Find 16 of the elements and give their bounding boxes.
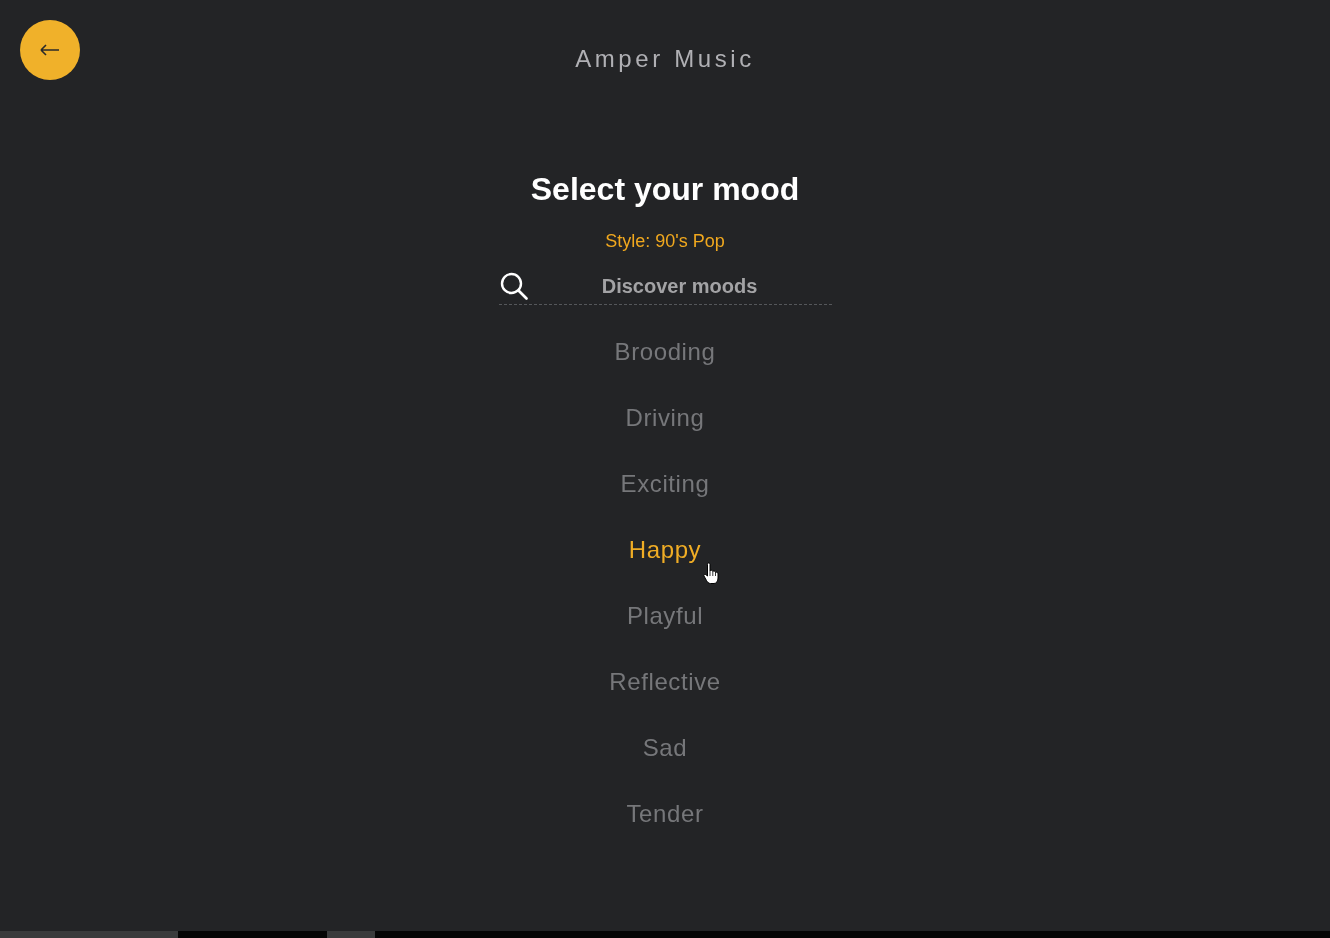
search-icon	[499, 272, 528, 300]
back-button[interactable]	[20, 20, 80, 80]
page-heading: Select your mood	[530, 171, 800, 208]
mood-option[interactable]: Exciting	[616, 468, 714, 500]
search-field[interactable]: Discover moods	[527, 271, 832, 301]
arrow-left-icon	[40, 44, 60, 56]
app-title: Amper Music	[575, 45, 755, 73]
mood-option[interactable]: Driving	[621, 402, 709, 434]
style-label: Style: 90's Pop	[605, 230, 725, 252]
mood-option[interactable]: Playful	[622, 600, 708, 632]
hand-cursor-icon	[703, 562, 720, 585]
mood-option[interactable]: Tender	[622, 798, 708, 830]
mood-option[interactable]: Reflective	[605, 666, 725, 698]
mood-option[interactable]: Sad	[638, 732, 692, 764]
mood-option[interactable]: Happy	[624, 534, 706, 566]
mood-option[interactable]: Brooding	[610, 336, 720, 368]
